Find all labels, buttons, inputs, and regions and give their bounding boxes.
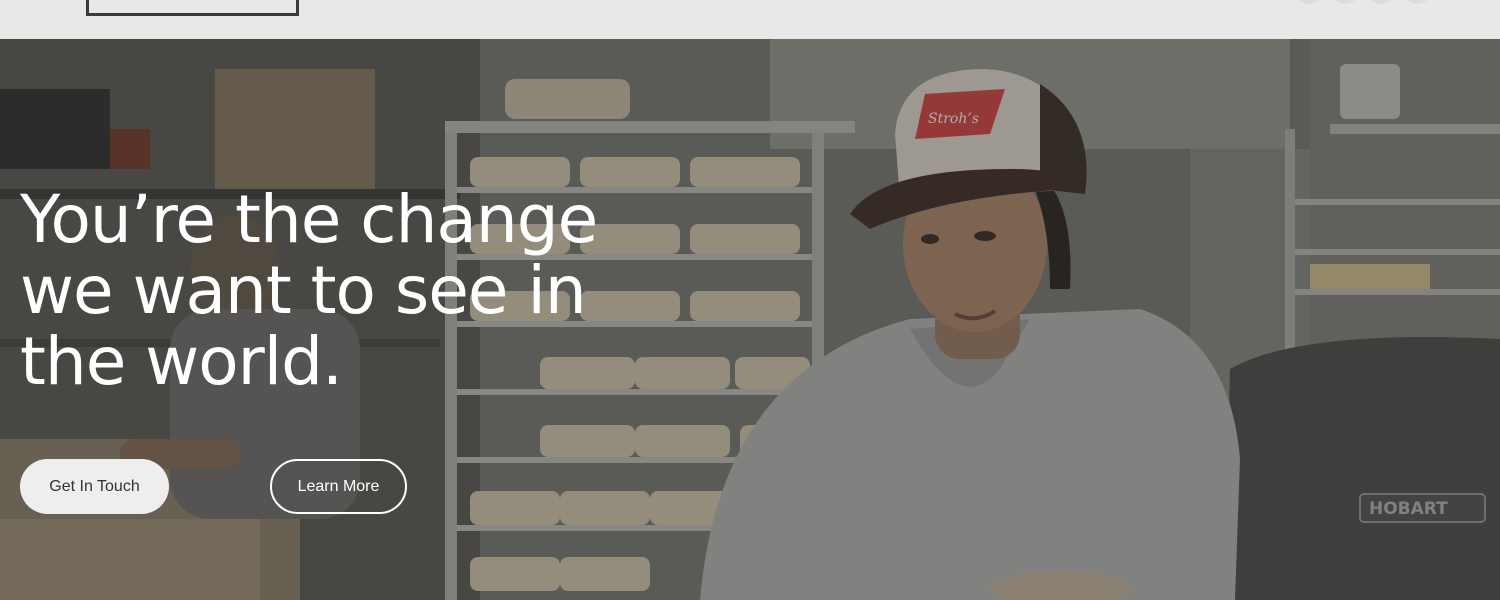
social-links [1295, 0, 1431, 4]
get-in-touch-button[interactable]: Get In Touch [20, 459, 169, 514]
social-icon[interactable] [1331, 0, 1359, 4]
site-logo[interactable] [86, 0, 299, 16]
social-icon[interactable] [1367, 0, 1395, 4]
top-navigation-bar [0, 0, 1500, 39]
learn-more-button[interactable]: Learn More [270, 459, 407, 514]
social-icon[interactable] [1403, 0, 1431, 4]
hero-headline: You’re the change we want to see in the … [20, 181, 598, 400]
hero-section: HOBART Stroh’s You’re the change we want… [0, 39, 1500, 600]
social-icon[interactable] [1295, 0, 1323, 4]
